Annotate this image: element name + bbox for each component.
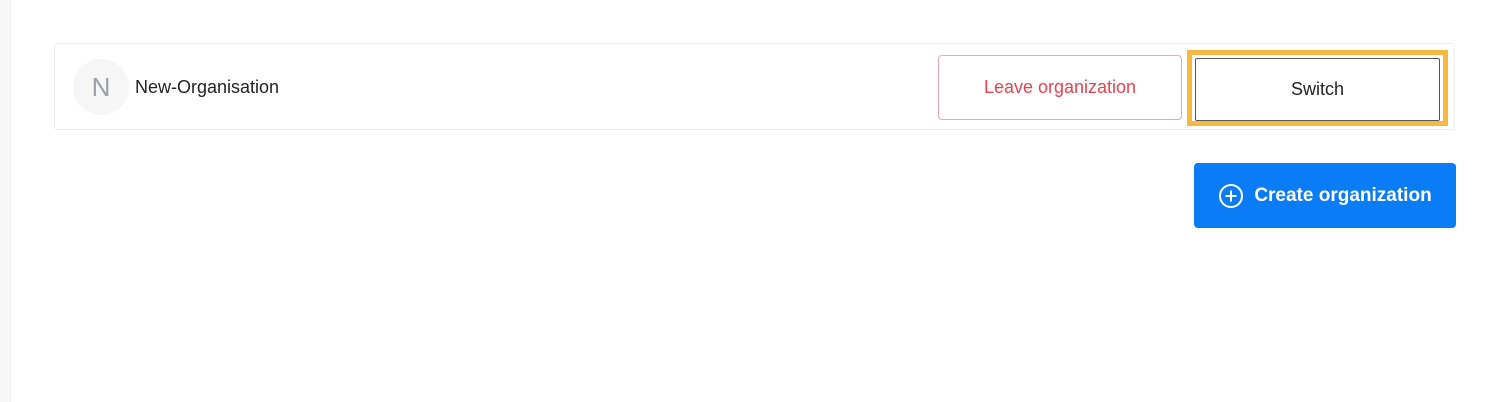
left-rail [0, 0, 11, 402]
create-organization-label: Create organization [1254, 184, 1432, 206]
avatar: N [73, 59, 129, 115]
leave-organization-button[interactable]: Leave organization [938, 55, 1182, 120]
switch-highlight-frame: Switch [1187, 50, 1448, 126]
create-organization-button[interactable]: Create organization [1194, 163, 1456, 228]
organization-name: New-Organisation [135, 77, 280, 97]
switch-button[interactable]: Switch [1195, 58, 1440, 121]
plus-circle-icon [1218, 183, 1244, 209]
organization-row: N New-Organisation Leave organization Sw… [54, 43, 1455, 130]
